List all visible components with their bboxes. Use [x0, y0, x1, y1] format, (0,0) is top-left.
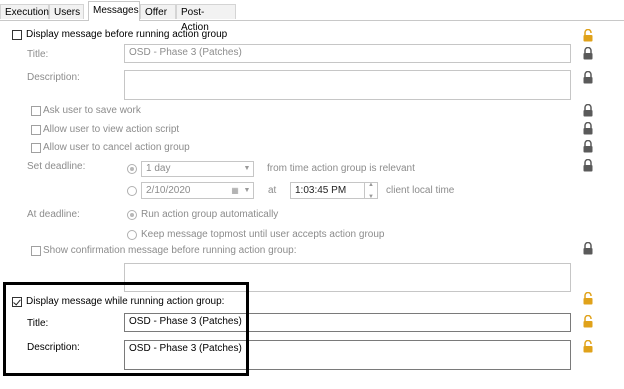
deadline-time-value: 1:03:45 PM: [295, 185, 347, 196]
display-before-checkbox[interactable]: [12, 30, 22, 40]
tab-offer[interactable]: Offer: [140, 4, 176, 19]
at-deadline-label: At deadline:: [27, 209, 80, 220]
lock-icon[interactable]: [582, 104, 594, 117]
lock-icon-open[interactable]: [582, 29, 594, 42]
allow-view-label: Allow user to view action script: [43, 124, 180, 135]
before-description-input[interactable]: [124, 70, 571, 100]
lock-icon[interactable]: [582, 71, 594, 84]
deadline-date-radio[interactable]: [127, 186, 137, 196]
deadline-date-value: 2/10/2020: [146, 185, 191, 196]
while-title-label: Title:: [27, 318, 49, 329]
deadline-duration-select[interactable]: 1 day ▼: [141, 161, 254, 177]
lock-icon-open[interactable]: [582, 315, 594, 328]
deadline-duration-radio[interactable]: [127, 164, 137, 174]
keep-topmost-label: Keep message topmost until user accepts …: [141, 229, 385, 240]
before-title-label: Title:: [27, 49, 49, 60]
client-local-time-text: client local time: [386, 185, 455, 196]
lock-icon[interactable]: [582, 140, 594, 153]
before-title-input[interactable]: OSD - Phase 3 (Patches): [124, 44, 571, 63]
while-description-input[interactable]: OSD - Phase 3 (Patches): [124, 340, 571, 370]
while-description-label: Description:: [27, 342, 80, 353]
display-while-checkbox[interactable]: [12, 297, 22, 307]
ask-save-label: Ask user to save work: [43, 105, 141, 116]
lock-icon[interactable]: [582, 47, 594, 60]
show-confirm-label: Show confirmation message before running…: [43, 245, 297, 256]
tab-strip: Execution Users Messages Offer Post-Acti…: [0, 0, 624, 33]
run-auto-label: Run action group automatically: [141, 209, 279, 220]
display-while-label: Display message while running action gro…: [26, 296, 225, 307]
deadline-duration-value: 1 day: [146, 163, 171, 174]
deadline-time-input[interactable]: 1:03:45 PM ▲ ▼: [290, 182, 378, 199]
display-before-label: Display message before running action gr…: [26, 29, 228, 40]
lock-icon[interactable]: [582, 159, 594, 172]
chevron-down-icon: ▼: [243, 186, 251, 194]
tab-post-action[interactable]: Post-Action: [176, 4, 236, 33]
lock-icon[interactable]: [582, 242, 594, 255]
at-label: at: [268, 185, 277, 196]
spinner-icon[interactable]: ▲ ▼: [364, 183, 377, 198]
deadline-relevant-text: from time action group is relevant: [267, 163, 415, 174]
chevron-down-icon: ▼: [243, 165, 251, 172]
run-auto-radio[interactable]: [127, 210, 137, 220]
lock-icon[interactable]: [582, 122, 594, 135]
keep-topmost-radio[interactable]: [127, 230, 137, 240]
tab-execution[interactable]: Execution: [0, 4, 49, 19]
set-deadline-label: Set deadline:: [27, 161, 86, 172]
while-title-input[interactable]: OSD - Phase 3 (Patches): [124, 313, 571, 332]
lock-icon-open[interactable]: [582, 340, 594, 353]
lock-icon-open[interactable]: [582, 292, 594, 305]
allow-view-checkbox[interactable]: [31, 125, 41, 135]
ask-save-checkbox[interactable]: [31, 106, 41, 116]
calendar-icon: ▦: [231, 185, 239, 195]
tab-messages[interactable]: Messages: [88, 1, 140, 21]
show-confirm-checkbox[interactable]: [31, 246, 41, 256]
allow-cancel-checkbox[interactable]: [31, 143, 41, 153]
allow-cancel-label: Allow user to cancel action group: [43, 142, 190, 153]
confirm-message-input[interactable]: [124, 263, 571, 292]
deadline-date-picker[interactable]: 2/10/2020 ▦ ▼: [141, 182, 254, 199]
tab-users[interactable]: Users: [49, 4, 84, 19]
before-description-label: Description:: [27, 72, 80, 83]
